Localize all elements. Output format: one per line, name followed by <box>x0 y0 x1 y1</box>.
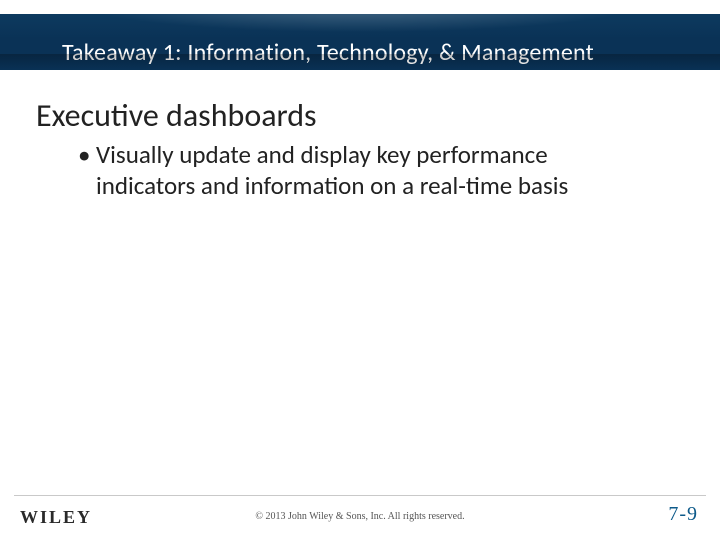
copyright-text: © 2013 John Wiley & Sons, Inc. All right… <box>0 511 720 522</box>
content-heading: Executive dashboards <box>36 96 317 135</box>
footer-divider <box>14 495 706 496</box>
bullet-icon: • <box>78 140 96 201</box>
bullet-list: • Visually update and display key perfor… <box>78 140 598 201</box>
bullet-text: Visually update and display key performa… <box>96 140 598 201</box>
list-item: • Visually update and display key perfor… <box>78 140 598 201</box>
slide: Takeaway 1: Information, Technology, & M… <box>0 0 720 540</box>
page-number: 7-9 <box>668 503 698 526</box>
slide-title: Takeaway 1: Information, Technology, & M… <box>62 38 662 67</box>
title-bar: Takeaway 1: Information, Technology, & M… <box>0 14 720 70</box>
